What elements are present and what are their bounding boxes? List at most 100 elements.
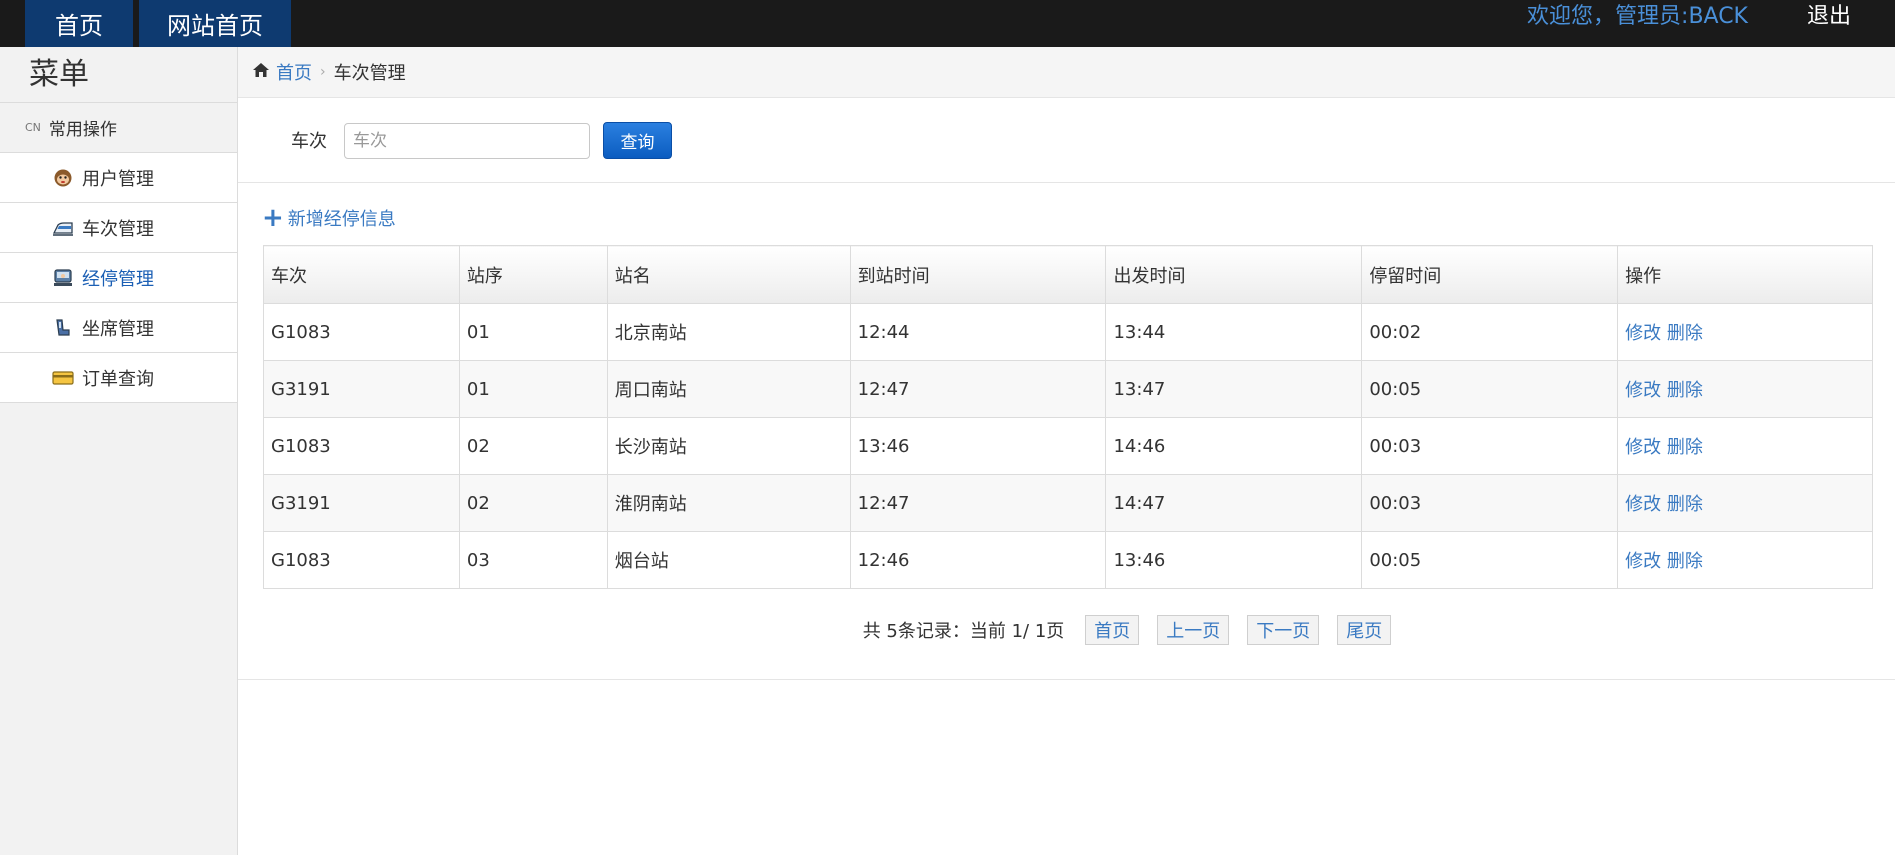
cell-station-name: 淮阴南站	[606, 474, 851, 532]
header-stay-time: 停留时间	[1361, 245, 1619, 304]
cell-arrival-time: 13:46	[849, 417, 1107, 475]
sidebar-item-label: 坐席管理	[82, 318, 154, 340]
breadcrumb-separator-icon: ›	[320, 64, 326, 80]
sidebar-item-label: 车次管理	[82, 218, 154, 240]
train-icon	[52, 217, 74, 239]
cell-arrival-time: 12:46	[849, 531, 1107, 589]
pagination: 共 5条记录：当前 1/ 1页 首页 上一页 下一页 尾页	[238, 615, 1895, 645]
cell-train-no: G1083	[263, 531, 460, 589]
cell-station-name: 北京南站	[606, 303, 851, 361]
logout-link[interactable]: 退出	[1807, 0, 1851, 33]
delete-link[interactable]: 删除	[1667, 323, 1703, 344]
cell-arrival-time: 12:47	[849, 474, 1107, 532]
card-icon	[52, 367, 74, 389]
cell-stop-order: 01	[458, 303, 608, 361]
search-bar: 车次 查询	[238, 98, 1895, 183]
cell-actions: 修改 删除	[1617, 474, 1873, 532]
table-header-row: 车次 站序 站名 到站时间 出发时间 停留时间 操作	[263, 245, 1873, 304]
add-stop-label: 新增经停信息	[287, 209, 396, 230]
sidebar-title: 菜单	[0, 47, 237, 103]
sidebar-item-label: 用户管理	[82, 168, 154, 190]
cell-stay-time: 00:05	[1361, 531, 1619, 589]
cell-stop-order: 02	[458, 417, 608, 475]
welcome-text: 欢迎您，管理员:BACK	[1527, 4, 1748, 29]
delete-link[interactable]: 删除	[1667, 437, 1703, 458]
edit-link[interactable]: 修改	[1625, 323, 1661, 344]
edit-link[interactable]: 修改	[1625, 437, 1661, 458]
edit-link[interactable]: 修改	[1625, 494, 1661, 515]
cell-station-name: 周口南站	[606, 360, 851, 418]
cell-actions: 修改 删除	[1617, 360, 1873, 418]
section-prefix: CN	[25, 121, 41, 134]
cell-stay-time: 00:03	[1361, 417, 1619, 475]
cell-stay-time: 00:05	[1361, 360, 1619, 418]
first-page-button[interactable]: 首页	[1085, 615, 1140, 645]
cell-stop-order: 02	[458, 474, 608, 532]
cell-station-name: 烟台站	[606, 531, 851, 589]
header-stop-order: 站序	[458, 245, 608, 304]
station-icon	[52, 267, 74, 289]
sidebar-item-trains[interactable]: 车次管理	[0, 203, 237, 253]
table-row: G1083 01 北京南站 12:44 13:44 00:02 修改 删除	[263, 303, 1873, 361]
cell-train-no: G3191	[263, 360, 460, 418]
sidebar-section-common[interactable]: CN 常用操作	[0, 103, 237, 153]
cell-arrival-time: 12:47	[849, 360, 1107, 418]
search-input[interactable]	[344, 123, 590, 159]
cell-stop-order: 01	[458, 360, 608, 418]
table-row: G3191 02 淮阴南站 12:47 14:47 00:03 修改 删除	[263, 474, 1873, 532]
table-row: G3191 01 周口南站 12:47 13:47 00:05 修改 删除	[263, 360, 1873, 418]
sidebar-item-label: 经停管理	[82, 268, 154, 290]
cell-departure-time: 13:47	[1105, 360, 1363, 418]
sidebar-item-stops[interactable]: 经停管理	[0, 253, 237, 303]
cell-departure-time: 14:46	[1105, 417, 1363, 475]
monkey-face-icon	[52, 167, 74, 189]
last-page-button[interactable]: 尾页	[1337, 615, 1392, 645]
top-bar: 首页 网站首页 欢迎您，管理员:BACK 退出	[0, 0, 1895, 47]
prev-page-button[interactable]: 上一页	[1157, 615, 1230, 645]
cell-actions: 修改 删除	[1617, 417, 1873, 475]
edit-link[interactable]: 修改	[1625, 380, 1661, 401]
breadcrumb-home[interactable]: 首页	[276, 59, 312, 85]
cell-train-no: G1083	[263, 417, 460, 475]
home-icon[interactable]	[252, 62, 270, 83]
add-stop-link[interactable]: + 新增经停信息	[262, 205, 396, 231]
header-train-no: 车次	[263, 245, 460, 304]
main-content: 首页 › 车次管理 车次 查询 + 新增经停信息 车次 站序 站名 到站时间 出…	[238, 47, 1895, 855]
header-arrival-time: 到站时间	[849, 245, 1107, 304]
delete-link[interactable]: 删除	[1667, 380, 1703, 401]
plus-icon: +	[262, 203, 284, 233]
sidebar-item-orders[interactable]: 订单查询	[0, 353, 237, 403]
breadcrumb: 首页 › 车次管理	[238, 47, 1895, 98]
delete-link[interactable]: 删除	[1667, 494, 1703, 515]
cell-stay-time: 00:02	[1361, 303, 1619, 361]
sidebar-item-users[interactable]: 用户管理	[0, 153, 237, 203]
content-divider	[238, 679, 1895, 680]
header-station-name: 站名	[606, 245, 851, 304]
cell-train-no: G1083	[263, 303, 460, 361]
header-actions: 操作	[1617, 245, 1873, 304]
cell-train-no: G3191	[263, 474, 460, 532]
cell-departure-time: 13:46	[1105, 531, 1363, 589]
delete-link[interactable]: 删除	[1667, 551, 1703, 572]
cell-stop-order: 03	[458, 531, 608, 589]
search-label: 车次	[291, 131, 327, 152]
cell-departure-time: 13:44	[1105, 303, 1363, 361]
sidebar-item-label: 订单查询	[82, 368, 154, 390]
table-row: G1083 03 烟台站 12:46 13:46 00:05 修改 删除	[263, 531, 1873, 589]
nav-site-home[interactable]: 网站首页	[139, 0, 291, 47]
cell-departure-time: 14:47	[1105, 474, 1363, 532]
seat-icon	[52, 317, 74, 339]
cell-station-name: 长沙南站	[606, 417, 851, 475]
nav-home[interactable]: 首页	[25, 0, 133, 47]
edit-link[interactable]: 修改	[1625, 551, 1661, 572]
sidebar-item-seats[interactable]: 坐席管理	[0, 303, 237, 353]
cell-arrival-time: 12:44	[849, 303, 1107, 361]
next-page-button[interactable]: 下一页	[1247, 615, 1320, 645]
cell-actions: 修改 删除	[1617, 303, 1873, 361]
pagination-info: 共 5条记录：当前 1/ 1页	[862, 621, 1065, 642]
stops-table: 车次 站序 站名 到站时间 出发时间 停留时间 操作 G1083 01 北京南站…	[263, 245, 1873, 589]
cell-stay-time: 00:03	[1361, 474, 1619, 532]
section-label: 常用操作	[48, 120, 117, 140]
table-row: G1083 02 长沙南站 13:46 14:46 00:03 修改 删除	[263, 417, 1873, 475]
search-button[interactable]: 查询	[603, 122, 672, 159]
